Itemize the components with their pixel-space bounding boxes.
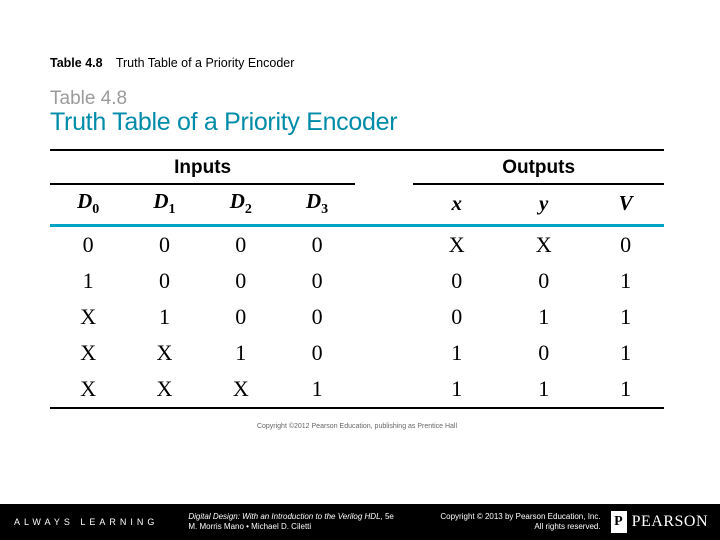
row-gap xyxy=(355,335,413,371)
copyright-line1: Copyright © 2013 by Pearson Education, I… xyxy=(440,512,600,522)
book-edition: , 5e xyxy=(381,512,394,521)
cell: X xyxy=(500,227,587,263)
table-row: XX10101 xyxy=(50,335,664,371)
cell: X xyxy=(203,371,279,408)
cell: 0 xyxy=(203,227,279,263)
header-outputs: Outputs xyxy=(413,150,664,184)
footer-bar: ALWAYS LEARNING Digital Design: With an … xyxy=(0,504,720,540)
row-gap xyxy=(355,371,413,408)
cell: 1 xyxy=(587,371,664,408)
cell: 1 xyxy=(587,299,664,335)
col-v: V xyxy=(587,184,664,226)
cell: 1 xyxy=(126,299,202,335)
pearson-logo: P PEARSON xyxy=(611,511,720,533)
cell: X xyxy=(126,335,202,371)
copyright-line2: All rights reserved. xyxy=(440,522,600,532)
cell: 0 xyxy=(413,263,500,299)
bottom-rule xyxy=(50,408,664,409)
cell: 1 xyxy=(587,263,664,299)
figure-title: Truth Table of a Priority Encoder xyxy=(50,108,664,137)
pearson-brand: PEARSON xyxy=(632,513,708,531)
book-authors: M. Morris Mano • Michael D. Ciletti xyxy=(188,522,394,532)
slide: Table 4.8 Truth Table of a Priority Enco… xyxy=(0,0,720,540)
col-gap xyxy=(355,184,413,226)
cell: 0 xyxy=(279,227,355,263)
pearson-mark-icon: P xyxy=(611,511,627,533)
footer-copyright: Copyright © 2013 by Pearson Education, I… xyxy=(440,512,610,532)
table-body: 0000XX01000001X100011XX10101XXX1111 xyxy=(50,227,664,408)
book-info: Digital Design: With an Introduction to … xyxy=(188,512,394,532)
cell: X xyxy=(50,371,126,408)
cell: 0 xyxy=(203,263,279,299)
figure-label: Table 4.8 xyxy=(50,88,664,110)
table-head: Inputs Outputs D0 D1 D2 D3 x y V xyxy=(50,150,664,227)
always-learning: ALWAYS LEARNING xyxy=(0,517,158,527)
cell: 0 xyxy=(500,335,587,371)
book-title: Digital Design: With an Introduction to … xyxy=(188,512,380,521)
cell: 0 xyxy=(279,335,355,371)
cell: 1 xyxy=(279,371,355,408)
header-inputs: Inputs xyxy=(50,150,355,184)
col-d1: D1 xyxy=(126,184,202,226)
cell: 0 xyxy=(50,227,126,263)
table-row: 0000XX0 xyxy=(50,227,664,263)
slide-caption: Table 4.8 Truth Table of a Priority Enco… xyxy=(50,56,294,70)
cell: X xyxy=(413,227,500,263)
cell: 1 xyxy=(50,263,126,299)
col-x: x xyxy=(413,184,500,226)
cell: 0 xyxy=(279,263,355,299)
cell: 1 xyxy=(500,371,587,408)
cell: 1 xyxy=(203,335,279,371)
figure: Table 4.8 Truth Table of a Priority Enco… xyxy=(50,88,664,430)
col-d3: D3 xyxy=(279,184,355,226)
cell: X xyxy=(50,335,126,371)
cell: 0 xyxy=(587,227,664,263)
cell: X xyxy=(50,299,126,335)
cell: X xyxy=(126,371,202,408)
row-gap xyxy=(355,299,413,335)
row-gap xyxy=(355,263,413,299)
cell: 0 xyxy=(413,299,500,335)
col-d2: D2 xyxy=(203,184,279,226)
col-d0: D0 xyxy=(50,184,126,226)
col-y: y xyxy=(500,184,587,226)
cell: 1 xyxy=(413,335,500,371)
cell: 1 xyxy=(413,371,500,408)
cell: 1 xyxy=(587,335,664,371)
table-row: 1000001 xyxy=(50,263,664,299)
figure-imprint: Copyright ©2012 Pearson Education, publi… xyxy=(50,423,664,430)
cell: 0 xyxy=(279,299,355,335)
row-gap xyxy=(355,227,413,263)
caption-number: Table 4.8 xyxy=(50,56,103,70)
caption-text: Truth Table of a Priority Encoder xyxy=(116,56,295,70)
cell: 0 xyxy=(500,263,587,299)
truth-table: Inputs Outputs D0 D1 D2 D3 x y V 0000XX0… xyxy=(50,149,664,409)
cell: 0 xyxy=(126,227,202,263)
cell: 0 xyxy=(126,263,202,299)
table-row: XXX1111 xyxy=(50,371,664,408)
cell: 0 xyxy=(203,299,279,335)
cell: 1 xyxy=(500,299,587,335)
table-row: X100011 xyxy=(50,299,664,335)
header-gap xyxy=(355,150,413,184)
